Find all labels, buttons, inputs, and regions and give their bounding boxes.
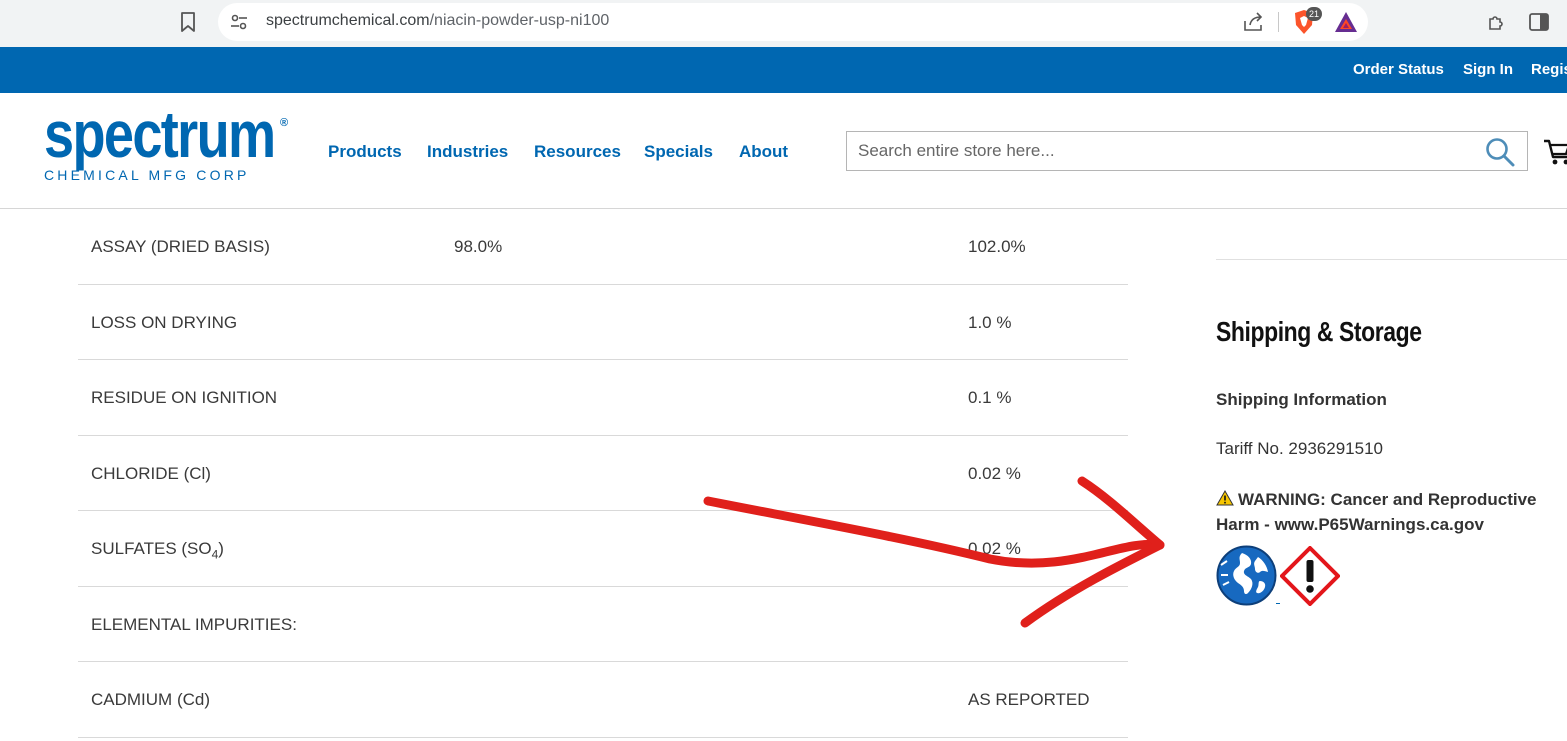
table-row: CADMIUM (Cd) AS REPORTED <box>78 662 1128 738</box>
shipping-information-heading: Shipping Information <box>1216 390 1387 409</box>
max-value: 0.02 % <box>968 463 1021 483</box>
nav-about[interactable]: About <box>739 142 788 162</box>
test-name: ASSAY (DRIED BASIS) <box>91 237 270 256</box>
spectrum-logo[interactable]: spectrum ® CHEMICAL MFG CORP <box>44 101 294 187</box>
table-row: SULFATES (SO4) 0.02 % <box>78 511 1128 587</box>
url-domain: spectrumchemical.com <box>266 12 430 29</box>
url-text[interactable]: spectrumchemical.com/niacin-powder-usp-n… <box>266 12 609 30</box>
order-status-link[interactable]: Order Status <box>1353 61 1444 78</box>
logo-registered-mark: ® <box>280 117 289 129</box>
test-name: SULFATES (SO4) <box>91 539 224 561</box>
max-value: 102.0% <box>968 237 1026 256</box>
site-header: spectrum ® CHEMICAL MFG CORP Products In… <box>0 93 1567 209</box>
share-icon[interactable] <box>1242 12 1264 32</box>
brave-rewards-icon[interactable] <box>1334 11 1358 33</box>
prop65-warning: WARNING: Cancer and Reproductive Harm - … <box>1216 487 1561 537</box>
ghs-exclamation-pictogram-icon[interactable] <box>1280 546 1340 606</box>
test-name: CADMIUM (Cd) <box>91 690 210 709</box>
min-value: 98.0% <box>454 237 503 256</box>
test-name: ELEMENTAL IMPURITIES: <box>91 614 297 634</box>
table-row: ASSAY (DRIED BASIS) 98.0% 102.0% <box>78 209 1128 285</box>
test-name-prefix: SULFATES (SO <box>91 539 212 558</box>
nav-industries[interactable]: Industries <box>427 142 508 162</box>
search-icon[interactable] <box>1485 137 1515 167</box>
table-row: CHLORIDE (Cl) 0.02 % <box>78 436 1128 511</box>
prop65-warning-text: WARNING: Cancer and Reproductive Harm - … <box>1216 490 1537 534</box>
test-name-suffix: ) <box>218 539 224 558</box>
search-input[interactable] <box>847 132 1467 170</box>
nav-specials[interactable]: Specials <box>644 142 713 162</box>
register-link[interactable]: Regis <box>1531 61 1567 78</box>
max-value: 1.0 % <box>968 312 1012 332</box>
bookmark-icon[interactable] <box>178 11 198 33</box>
shipping-storage-heading: Shipping & Storage <box>1216 316 1422 347</box>
logo-subtitle: CHEMICAL MFG CORP <box>44 167 250 183</box>
search-box <box>846 131 1528 171</box>
url-path: /niacin-powder-usp-ni100 <box>429 12 610 29</box>
specification-table: ASSAY (DRIED BASIS) 98.0% 102.0% LOSS ON… <box>78 209 1128 738</box>
max-value: AS REPORTED <box>968 690 1090 709</box>
test-name: CHLORIDE (Cl) <box>91 463 211 483</box>
sign-in-link[interactable]: Sign In <box>1463 61 1513 78</box>
site-settings-icon[interactable] <box>230 13 248 31</box>
table-row: LOSS ON DRYING 1.0 % <box>78 285 1128 360</box>
address-bar[interactable]: spectrumchemical.com/niacin-powder-usp-n… <box>218 3 1368 41</box>
logo-wordmark: spectrum <box>44 97 276 171</box>
utility-bar: Order Status Sign In Regis <box>0 47 1567 93</box>
table-row: ELEMENTAL IMPURITIES: <box>78 587 1128 662</box>
test-name: LOSS ON DRYING <box>91 312 238 332</box>
warning-triangle-icon <box>1216 490 1234 506</box>
max-value: 0.1 % <box>968 388 1012 407</box>
toolbar-separator <box>1278 12 1279 32</box>
section-divider <box>1216 259 1567 260</box>
table-row: RESIDUE ON IGNITION 0.1 % <box>78 360 1128 436</box>
ghs-globe-icon[interactable] <box>1216 545 1277 606</box>
browser-toolbar: spectrumchemical.com/niacin-powder-usp-n… <box>0 0 1567 47</box>
side-panel-icon[interactable] <box>1528 11 1550 33</box>
nav-resources[interactable]: Resources <box>534 142 621 162</box>
max-value: 0.02 % <box>968 539 1021 558</box>
brave-badge-count: 21 <box>1306 7 1322 21</box>
extensions-icon[interactable] <box>1486 11 1508 33</box>
cart-icon[interactable] <box>1543 133 1567 167</box>
test-name: RESIDUE ON IGNITION <box>91 388 278 407</box>
tariff-number: Tariff No. 2936291510 <box>1216 439 1383 458</box>
nav-products[interactable]: Products <box>328 142 402 162</box>
